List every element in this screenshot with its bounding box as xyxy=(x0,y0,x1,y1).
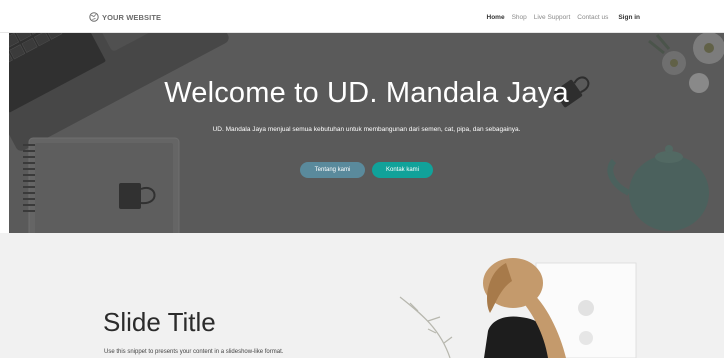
main-nav: Home Shop Live Support Contact us Sign i… xyxy=(487,12,641,22)
hero-title: Welcome to UD. Mandala Jaya xyxy=(164,77,569,109)
hero-overlay xyxy=(9,33,724,233)
nav-link-live-support[interactable]: Live Support xyxy=(534,14,571,21)
nav-link-contact-us[interactable]: Contact us xyxy=(577,14,608,21)
contact-us-button[interactable]: Kontak kami xyxy=(372,162,433,178)
hero-buttons: Tentang kami Kontak kami xyxy=(9,162,724,178)
nav-link-shop[interactable]: Shop xyxy=(512,14,527,21)
slide-description: Use this snippet to presents your conten… xyxy=(104,349,284,355)
globe-icon xyxy=(89,12,99,22)
hero-subtitle: UD. Mandala Jaya menjual semua kebutuhan… xyxy=(212,126,521,133)
slide-section: Slide Title Use this snippet to presents… xyxy=(0,233,724,358)
hero-section: Welcome to UD. Mandala Jaya UD. Mandala … xyxy=(9,33,724,233)
nav-link-home[interactable]: Home xyxy=(487,14,505,21)
brand-name: YOUR WEBSITE xyxy=(102,12,162,22)
sign-in-link[interactable]: Sign in xyxy=(618,14,640,21)
brand-logo[interactable]: YOUR WEBSITE xyxy=(89,11,161,23)
slide-title: Slide Title xyxy=(103,307,216,337)
navbar: YOUR WEBSITE Home Shop Live Support Cont… xyxy=(0,0,724,33)
about-us-button[interactable]: Tentang kami xyxy=(300,162,365,178)
slide-background-image xyxy=(0,233,724,358)
